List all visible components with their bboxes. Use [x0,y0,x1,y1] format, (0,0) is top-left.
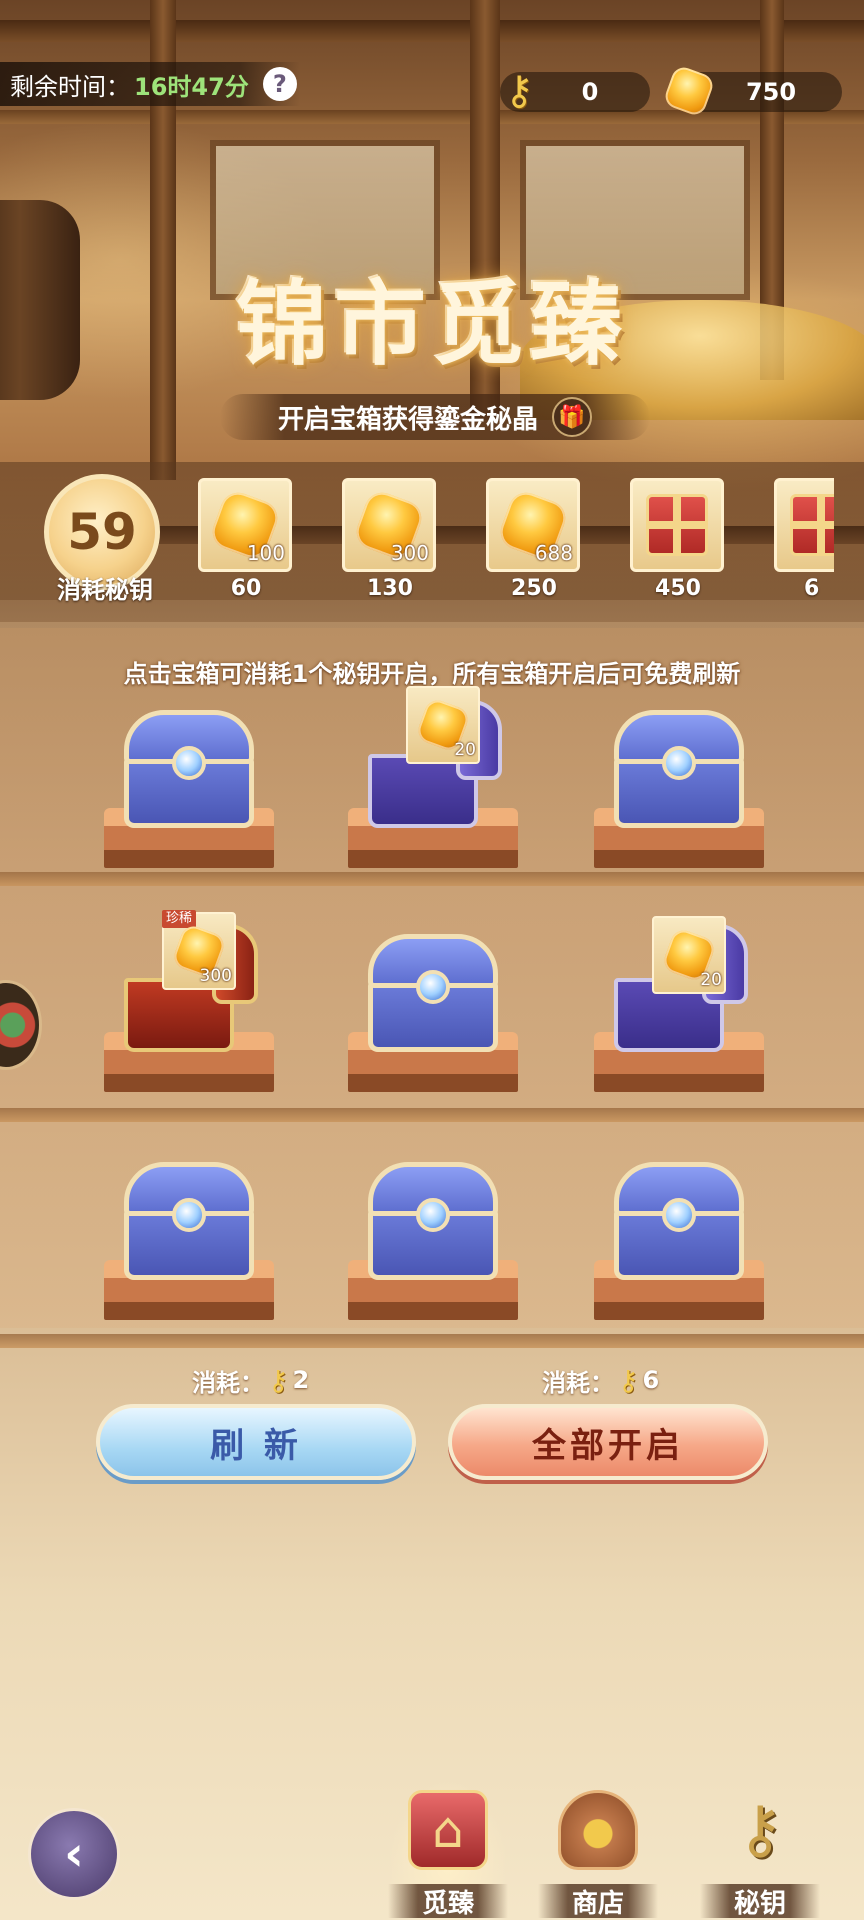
key-icon: ⚷ [504,68,534,114]
open-all-button[interactable]: 全部开启 [448,1404,768,1480]
milestone-reward[interactable]: 6 [774,478,834,601]
chest-reward-amount: 300 [199,966,232,986]
event-subtitle: 开启宝箱获得鎏金秘晶 [277,404,538,435]
shelf-divider [0,1108,864,1122]
closed-chest[interactable] [124,1162,254,1280]
coin-bag-icon [558,1790,638,1870]
chest-lock-icon [416,1198,450,1232]
milestone-reward-amount: 300 [390,541,429,565]
chest-reward-amount: 20 [454,740,476,760]
time-remaining-bar: 剩余时间： 16时47分 ? [0,62,300,106]
shelf-divider [0,872,864,886]
milestone-reward[interactable]: 450 [630,478,726,601]
key-icon: ⚷ [736,1793,784,1867]
tab-shop[interactable]: 商店 [538,1780,658,1920]
treasure-chest-slot[interactable] [594,1140,764,1320]
refresh-cost: 消耗： ⚷ 2 [192,1360,309,1400]
treasure-chest-slot[interactable] [594,688,764,868]
shelf-divider [0,1334,864,1348]
open-all-cost-value: 6 [642,1366,660,1394]
help-icon[interactable]: ? [262,67,297,101]
chest-lock-icon [416,970,450,1004]
milestone-reward-amount: 100 [246,541,285,565]
tab-label: 觅臻 [388,1884,508,1919]
milestone-frame: 300 [342,478,436,572]
tab-label: 秘钥 [700,1884,820,1919]
rare-tag: 珍稀 [162,910,197,928]
treasure-chest-icon: ⌂ [408,1790,488,1870]
timer-label: 剩余时间： [10,72,130,101]
keys-spent-label: 消耗秘钥 [57,576,153,604]
key-icon: ⚷ [268,1363,289,1397]
closed-chest[interactable] [368,1162,498,1280]
tab-keys[interactable]: ⚷ 秘钥 [700,1780,820,1920]
gift-box-icon [646,494,708,556]
timer-value: 16时47分 [134,72,249,101]
milestone-frame [774,478,834,572]
closed-chest[interactable] [614,1162,744,1280]
closed-chest[interactable] [368,934,498,1052]
milestone-reward[interactable]: 300 130 [342,478,438,601]
milestone-reward[interactable]: 100 60 [198,478,294,601]
chest-lock-icon [172,746,206,780]
refresh-button[interactable]: 刷 新 [96,1404,416,1480]
milestone-reward-amount: 688 [534,541,573,565]
tab-label: 商店 [538,1884,658,1919]
milestone-reward[interactable]: 688 250 [486,478,582,601]
board-hint: 点击宝箱可消耗1个秘钥开启，所有宝箱开启后可免费刷新 [123,660,741,688]
chest-reward-amount: 20 [700,970,722,990]
milestone-cost: 250 [511,576,557,601]
refresh-cost-value: 2 [292,1366,310,1394]
cost-label: 消耗： [192,1368,264,1397]
cost-label: 消耗： [542,1368,614,1397]
milestone-cost: 6 [804,576,820,601]
treasure-chest-slot[interactable] [104,1140,274,1320]
milestone-cost: 60 [230,576,262,601]
chest-lock-icon [662,746,696,780]
treasure-chest-slot[interactable] [104,688,274,868]
milestone-frame: 688 [486,478,580,572]
tab-treasure-hunt[interactable]: ⌂ 觅臻 [388,1780,508,1920]
roof-beam [0,110,864,124]
milestone-cost: 450 [655,576,701,601]
event-subtitle-bar: 开启宝箱获得鎏金秘晶 🎁 [220,394,650,440]
treasure-chest-slot[interactable] [348,912,518,1092]
chest-lock-icon [662,1198,696,1232]
treasure-chest-slot: 20 [348,686,518,868]
roof-beam [0,20,864,42]
gem-icon [662,64,716,118]
closed-chest[interactable] [614,710,744,828]
gift-box-icon [790,494,834,556]
milestone-frame: 100 [198,478,292,572]
milestone-frame [630,478,724,572]
chest-reward: 20 [652,916,726,994]
reward-preview-icon[interactable]: 🎁 [552,397,592,437]
open-all-cost: 消耗： ⚷ 6 [542,1360,659,1400]
key-icon: ⚷ [618,1363,639,1397]
chest-lock-icon [172,1198,206,1232]
back-button[interactable]: ‹ [28,1808,120,1900]
treasure-chest-slot[interactable] [348,1140,518,1320]
chest-reward: 珍稀 300 [162,910,236,990]
closed-chest[interactable] [124,710,254,828]
milestone-cost: 130 [367,576,413,601]
treasure-chest-slot: 珍稀 300 [104,910,274,1092]
chest-reward: 20 [406,686,480,764]
key-balance: ⚷ 0 [500,68,650,114]
treasure-chest-slot: 20 [594,912,764,1092]
event-title: 锦市觅臻 [235,270,628,378]
gem-balance: 750 [662,64,842,118]
